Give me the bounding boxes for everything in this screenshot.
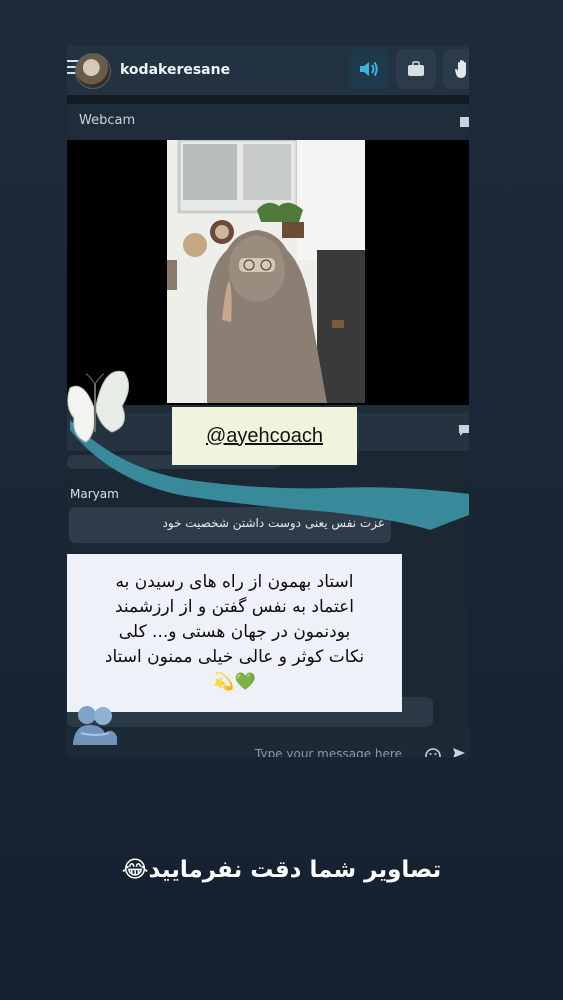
ribbon-overlay — [70, 420, 469, 530]
butterfly-icon — [67, 370, 129, 443]
instagram-handle-sticker[interactable]: @ayehcoach — [172, 407, 357, 465]
story-caption: تصاویر شما دقت نفرمایید😂 — [121, 857, 442, 883]
instagram-handle[interactable]: @ayehcoach — [206, 425, 323, 448]
